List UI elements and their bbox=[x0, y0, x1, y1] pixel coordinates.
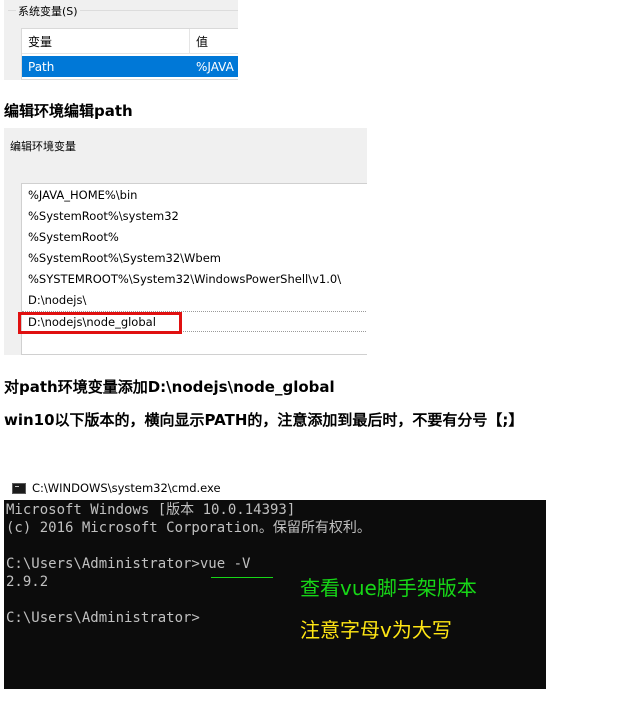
cmd-app-icon bbox=[12, 482, 26, 494]
list-header: 变量 值 bbox=[22, 29, 238, 54]
heading-edit-path: 编辑环境编辑path bbox=[4, 102, 133, 120]
annotation-yellow: 注意字母v为大写 bbox=[300, 618, 452, 642]
column-header-variable[interactable]: 变量 bbox=[22, 33, 52, 50]
console-line: C:\Users\Administrator> bbox=[6, 610, 200, 626]
edit-env-dialog-title: 编辑环境变量 bbox=[10, 140, 76, 153]
column-header-value[interactable]: 值 bbox=[190, 33, 208, 50]
path-entry[interactable]: %SystemRoot%\system32 bbox=[22, 206, 367, 227]
system-variables-list[interactable]: 变量 值 Path %JAVA bbox=[21, 28, 238, 80]
heading-add-path: 对path环境变量添加D:\nodejs\node_global bbox=[4, 378, 335, 396]
console-line: (c) 2016 Microsoft Corporation。保留所有权利。 bbox=[6, 520, 371, 536]
path-entry[interactable]: %SYSTEMROOT%\System32\WindowsPowerShell\… bbox=[22, 269, 367, 290]
path-variable-value: %JAVA bbox=[196, 59, 234, 74]
cmd-window: C:\WINDOWS\system32\cmd.exe Microsoft Wi… bbox=[4, 476, 546, 689]
heading-win10-note: win10以下版本的，横向显示PATH的，注意添加到最后时，不要有分号【;】 bbox=[4, 411, 524, 429]
cmd-window-title: C:\WINDOWS\system32\cmd.exe bbox=[32, 481, 221, 495]
path-variable-row[interactable]: Path %JAVA bbox=[22, 56, 238, 77]
path-entry[interactable]: %SystemRoot%\System32\Wbem bbox=[22, 248, 367, 269]
path-entry[interactable]: D:\nodejs\ bbox=[22, 290, 367, 311]
command-underline bbox=[211, 577, 273, 578]
annotation-green: 查看vue脚手架版本 bbox=[300, 576, 477, 600]
system-variables-screenshot: 系统变量(S) 变量 值 Path %JAVA bbox=[4, 0, 238, 80]
highlight-box bbox=[18, 312, 182, 334]
path-entry[interactable]: %SystemRoot% bbox=[22, 227, 367, 248]
path-variable-name: Path bbox=[28, 59, 55, 74]
console-line: Microsoft Windows [版本 10.0.14393] bbox=[6, 502, 296, 518]
console-line: C:\Users\Administrator>vue -V bbox=[6, 556, 251, 572]
cmd-titlebar[interactable]: C:\WINDOWS\system32\cmd.exe bbox=[4, 476, 546, 500]
system-variables-group-title: 系统变量(S) bbox=[16, 3, 80, 19]
cmd-console[interactable]: Microsoft Windows [版本 10.0.14393] (c) 20… bbox=[4, 500, 546, 689]
path-entry[interactable]: %JAVA_HOME%\bin bbox=[22, 185, 367, 206]
